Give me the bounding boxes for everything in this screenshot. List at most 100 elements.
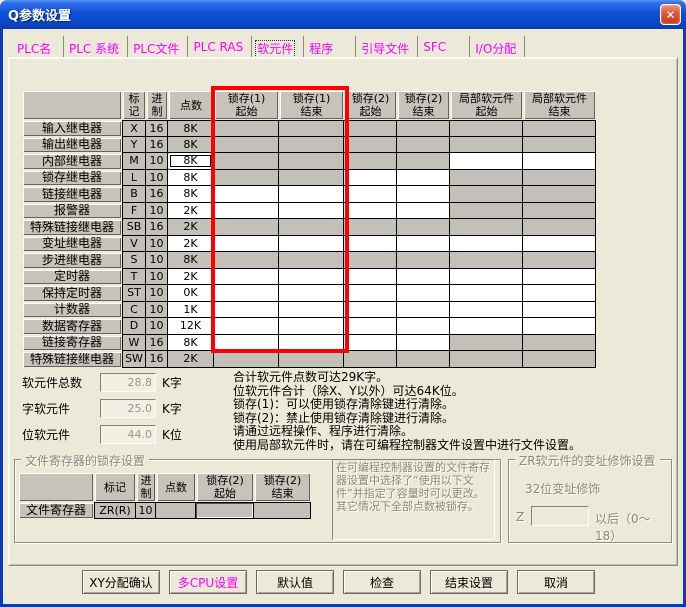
F-latch2-start-cell[interactable] bbox=[344, 203, 397, 220]
B-latch2-end-cell[interactable] bbox=[397, 186, 450, 203]
z-range-label: 以后（0～18） bbox=[595, 510, 671, 544]
tab-label: 软元件 bbox=[257, 42, 293, 56]
C-local-start-cell[interactable] bbox=[450, 302, 523, 319]
titlebar: Q参数设置 ✕ bbox=[0, 0, 686, 29]
V-points-cell[interactable]: 2K bbox=[168, 236, 214, 253]
tab-软元件[interactable]: 软元件 bbox=[252, 36, 304, 58]
F-latch1-start-cell[interactable] bbox=[214, 203, 279, 220]
button-检查[interactable]: 检查 bbox=[343, 570, 421, 594]
T-latch2-start-cell[interactable] bbox=[344, 269, 397, 286]
X-points-cell: 8K bbox=[168, 120, 214, 137]
file-register-group-title: 文件寄存器的锁存设置 bbox=[21, 452, 149, 469]
button-XY分配确认[interactable]: XY分配确认 bbox=[82, 570, 160, 594]
tab-引导文件[interactable]: 引导文件 bbox=[356, 36, 418, 58]
ST-local-end-cell[interactable] bbox=[523, 285, 596, 302]
C-points-cell[interactable]: 1K bbox=[168, 302, 214, 319]
L-points-cell[interactable]: 8K bbox=[168, 170, 214, 187]
D-latch2-end-cell[interactable] bbox=[397, 318, 450, 335]
L-latch2-end-cell[interactable] bbox=[397, 170, 450, 187]
tab-I/O分配[interactable]: I/O分配 bbox=[470, 36, 525, 58]
X-latch2-start-cell bbox=[344, 120, 397, 137]
tab-PLC 系统[interactable]: PLC 系统 bbox=[64, 36, 128, 58]
ST-latch1-start-cell[interactable] bbox=[214, 285, 279, 302]
B-latch1-end-cell[interactable] bbox=[279, 186, 344, 203]
T-latch2-end-cell[interactable] bbox=[397, 269, 450, 286]
V-latch2-end-cell[interactable] bbox=[397, 236, 450, 253]
D-latch1-end-cell[interactable] bbox=[279, 318, 344, 335]
SW-points-cell: 2K bbox=[168, 351, 214, 368]
tab-程序[interactable]: 程序 bbox=[304, 36, 356, 58]
summary-label: 字软元件 bbox=[22, 400, 94, 417]
C-latch1-start-cell[interactable] bbox=[214, 302, 279, 319]
T-points-cell[interactable]: 2K bbox=[168, 269, 214, 286]
L-mark-cell: L bbox=[122, 170, 146, 187]
button-默认值[interactable]: 默认值 bbox=[256, 570, 334, 594]
D-points-cell[interactable]: 12K bbox=[168, 318, 214, 335]
D-latch2-start-cell[interactable] bbox=[344, 318, 397, 335]
M-local-end-cell[interactable] bbox=[523, 153, 596, 170]
V-latch2-start-cell[interactable] bbox=[344, 236, 397, 253]
C-latch2-start-cell[interactable] bbox=[344, 302, 397, 319]
file-register-note: 在可编程控制器设置的文件寄存器设置中选择了“使用以下文件”并指定了容量时可以更改… bbox=[332, 459, 495, 540]
T-base-cell: 10 bbox=[146, 269, 168, 286]
Y-latch2-start-cell bbox=[344, 137, 397, 154]
F-points-cell[interactable]: 2K bbox=[168, 203, 214, 220]
B-points-cell[interactable]: 8K bbox=[168, 186, 214, 203]
L-latch2-start-cell[interactable] bbox=[344, 170, 397, 187]
ST-local-start-cell[interactable] bbox=[450, 285, 523, 302]
W-latch2-end-cell[interactable] bbox=[397, 335, 450, 352]
C-latch2-end-cell[interactable] bbox=[397, 302, 450, 319]
row-label-L: 锁存继电器 bbox=[23, 171, 121, 186]
D-local-end-cell[interactable] bbox=[523, 318, 596, 335]
tab-PLC文件[interactable]: PLC文件 bbox=[128, 36, 188, 58]
F-latch1-end-cell[interactable] bbox=[279, 203, 344, 220]
W-latch1-start-cell[interactable] bbox=[214, 335, 279, 352]
B-latch2-start-cell[interactable] bbox=[344, 186, 397, 203]
zr-group-title: ZR软元件的变址修饰设置 bbox=[515, 452, 660, 469]
ST-points-cell[interactable]: 0K bbox=[168, 285, 214, 302]
ST-latch2-end-cell[interactable] bbox=[397, 285, 450, 302]
T-latch1-start-cell[interactable] bbox=[214, 269, 279, 286]
close-button[interactable]: ✕ bbox=[660, 4, 681, 25]
tab-label: PLC名 bbox=[17, 42, 51, 56]
V-local-end-cell[interactable] bbox=[523, 236, 596, 253]
B-local-end-cell bbox=[523, 186, 596, 203]
tab-label: 引导文件 bbox=[361, 42, 409, 56]
ST-latch2-start-cell[interactable] bbox=[344, 285, 397, 302]
button-多CPU设置[interactable]: 多CPU设置 bbox=[169, 570, 247, 594]
V-local-start-cell[interactable] bbox=[450, 236, 523, 253]
tab-PLC RAS[interactable]: PLC RAS bbox=[188, 36, 252, 58]
C-base-cell: 10 bbox=[146, 302, 168, 319]
V-latch1-start-cell[interactable] bbox=[214, 236, 279, 253]
V-latch1-end-cell[interactable] bbox=[279, 236, 344, 253]
tab-PLC名[interactable]: PLC名 bbox=[12, 36, 64, 58]
summary-unit: K字 bbox=[162, 374, 182, 391]
C-latch1-end-cell[interactable] bbox=[279, 302, 344, 319]
M-local-start-cell[interactable] bbox=[450, 153, 523, 170]
SB-latch1-end-cell bbox=[279, 219, 344, 236]
summary-unit: K位 bbox=[162, 426, 182, 443]
Y-points-cell: 8K bbox=[168, 137, 214, 154]
D-latch1-start-cell[interactable] bbox=[214, 318, 279, 335]
D-local-start-cell[interactable] bbox=[450, 318, 523, 335]
tab-SFC[interactable]: SFC bbox=[418, 36, 470, 58]
M-points-cell[interactable]: 8K bbox=[168, 153, 214, 170]
button-结束设置[interactable]: 结束设置 bbox=[430, 570, 508, 594]
C-local-end-cell[interactable] bbox=[523, 302, 596, 319]
SW-latch1-end-cell bbox=[279, 351, 344, 368]
F-latch2-end-cell[interactable] bbox=[397, 203, 450, 220]
row-label-SB: 特殊链接继电器 bbox=[23, 220, 121, 235]
ST-latch1-end-cell[interactable] bbox=[279, 285, 344, 302]
B-latch1-start-cell[interactable] bbox=[214, 186, 279, 203]
T-local-start-cell[interactable] bbox=[450, 269, 523, 286]
SW-mark-cell: SW bbox=[122, 351, 146, 368]
button-取消[interactable]: 取消 bbox=[517, 570, 595, 594]
W-points-cell[interactable]: 8K bbox=[168, 335, 214, 352]
W-latch2-start-cell[interactable] bbox=[344, 335, 397, 352]
W-latch1-end-cell[interactable] bbox=[279, 335, 344, 352]
SW-local-start-cell bbox=[450, 351, 523, 368]
M-mark-cell: M bbox=[122, 153, 146, 170]
T-local-end-cell[interactable] bbox=[523, 269, 596, 286]
T-latch1-end-cell[interactable] bbox=[279, 269, 344, 286]
summary-row: 位软元件44.0K位 bbox=[22, 424, 182, 444]
